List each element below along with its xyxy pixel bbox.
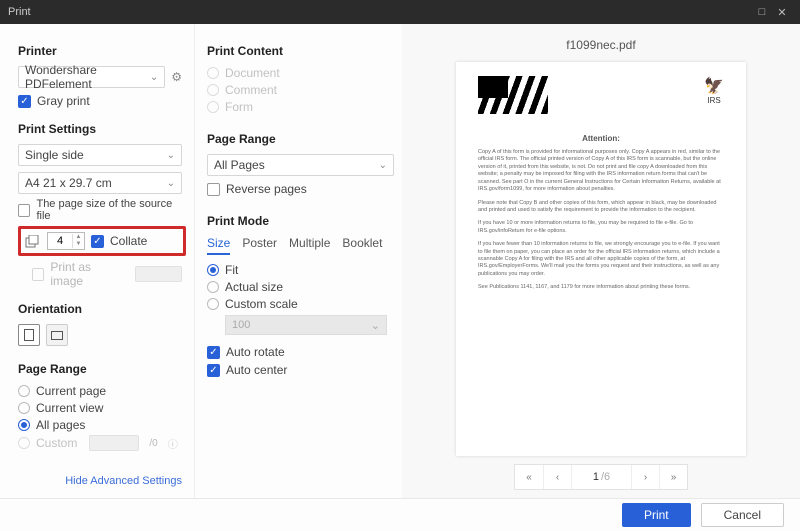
content-form: Form <box>207 100 394 114</box>
pager-current: 1 /6 <box>571 465 631 489</box>
cancel-button[interactable]: Cancel <box>701 503 784 527</box>
print-content-heading: Print Content <box>207 44 394 58</box>
auto-rotate-checkbox[interactable]: ✓Auto rotate <box>207 345 394 359</box>
printer-settings-icon[interactable]: ⚙ <box>171 70 182 84</box>
collate-label: Collate <box>110 234 147 248</box>
custom-range-input <box>89 435 139 451</box>
info-icon[interactable]: ⓘ <box>168 436 178 451</box>
gray-print-label: Gray print <box>37 94 90 108</box>
copies-group: ▲▼ ✓Collate <box>18 226 186 256</box>
page-range-select[interactable]: All Pages ⌄ <box>207 154 394 176</box>
chevron-down-icon: ⌄ <box>379 160 387 171</box>
sides-value: Single side <box>25 148 84 162</box>
hide-advanced-link[interactable]: Hide Advanced Settings <box>65 475 182 487</box>
content-document: Document <box>207 66 394 80</box>
copies-icon <box>25 234 41 248</box>
pager-next[interactable]: › <box>631 465 659 489</box>
print-as-image-dpi <box>135 266 182 282</box>
mode-custom-scale[interactable]: Custom scale <box>207 297 394 311</box>
chevron-down-icon: ⌄ <box>167 178 175 189</box>
source-size-label: The page size of the source file <box>36 198 182 222</box>
printer-select[interactable]: Wondershare PDFelement ⌄ <box>18 66 165 88</box>
mid-page-range-heading: Page Range <box>207 132 394 146</box>
flag-stripes-icon <box>478 76 548 114</box>
doc-para-3: If you have 10 or more information retur… <box>478 220 724 235</box>
copies-input[interactable] <box>48 235 72 247</box>
tab-poster[interactable]: Poster <box>242 236 277 255</box>
preview-page: 🦅 IRS Attention: Copy A of this form is … <box>456 62 746 456</box>
preview-pager: « ‹ 1 /6 › » <box>514 464 688 490</box>
custom-range-total: /0 <box>149 438 157 449</box>
custom-scale-input: 100⌄ <box>225 315 387 335</box>
chevron-down-icon: ⌄ <box>167 150 175 161</box>
printer-heading: Printer <box>18 44 182 58</box>
mode-fit[interactable]: Fit <box>207 263 394 277</box>
gray-print-checkbox[interactable]: ✓Gray print <box>18 94 182 108</box>
chevron-down-icon: ⌄ <box>150 72 158 83</box>
auto-center-checkbox[interactable]: ✓Auto center <box>207 363 394 377</box>
spinner-up-icon[interactable]: ▲ <box>73 234 84 241</box>
spinner-down-icon[interactable]: ▼ <box>73 241 84 248</box>
range-custom[interactable]: Custom /0 ⓘ <box>18 435 182 451</box>
orientation-landscape[interactable] <box>46 324 68 346</box>
range-all-pages[interactable]: All pages <box>18 418 182 432</box>
tab-booklet[interactable]: Booklet <box>342 236 382 255</box>
pager-prev[interactable]: ‹ <box>543 465 571 489</box>
doc-para-1: Copy A of this form is provided for info… <box>478 149 724 194</box>
print-button[interactable]: Print <box>622 503 691 527</box>
doc-para-2: Please note that Copy B and other copies… <box>478 200 724 215</box>
orientation-heading: Orientation <box>18 302 182 316</box>
collate-checkbox[interactable]: ✓Collate <box>91 234 147 248</box>
doc-para-5: See Publications 1141, 1167, and 1179 fo… <box>478 284 724 291</box>
irs-logo: 🦅 IRS <box>704 76 724 105</box>
page-range-value: All Pages <box>214 158 265 172</box>
printer-value: Wondershare PDFelement <box>25 63 150 91</box>
sides-select[interactable]: Single side ⌄ <box>18 144 182 166</box>
page-range-heading: Page Range <box>18 362 182 376</box>
tab-multiple[interactable]: Multiple <box>289 236 330 255</box>
window-title: Print <box>8 6 31 18</box>
paper-value: A4 21 x 29.7 cm <box>25 176 112 190</box>
print-as-image-checkbox: ✓Print as image <box>32 260 182 288</box>
print-as-image-label: Print as image <box>50 260 122 288</box>
pager-last[interactable]: » <box>659 465 687 489</box>
titlebar: Print □ ✕ <box>0 0 800 24</box>
dialog-footer: Print Cancel <box>0 498 800 531</box>
content-comment: Comment <box>207 83 394 97</box>
print-mode-heading: Print Mode <box>207 214 394 228</box>
maximize-icon[interactable]: □ <box>752 6 772 18</box>
reverse-pages-checkbox[interactable]: ✓Reverse pages <box>207 182 394 196</box>
eagle-icon: 🦅 <box>704 76 724 96</box>
doc-attention: Attention: <box>478 134 724 143</box>
pager-first[interactable]: « <box>515 465 543 489</box>
print-settings-heading: Print Settings <box>18 122 182 136</box>
orientation-portrait[interactable] <box>18 324 40 346</box>
close-icon[interactable]: ✕ <box>772 6 792 19</box>
preview-filename: f1099nec.pdf <box>566 38 635 52</box>
range-current-page[interactable]: Current page <box>18 384 182 398</box>
mode-actual-size[interactable]: Actual size <box>207 280 394 294</box>
tab-size[interactable]: Size <box>207 236 230 255</box>
chevron-down-icon: ⌄ <box>371 319 380 332</box>
paper-select[interactable]: A4 21 x 29.7 cm ⌄ <box>18 172 182 194</box>
source-size-checkbox[interactable]: ✓The page size of the source file <box>18 198 182 222</box>
doc-para-4: If you have fewer than 10 information re… <box>478 241 724 278</box>
copies-spinner[interactable]: ▲▼ <box>47 232 85 250</box>
range-current-view[interactable]: Current view <box>18 401 182 415</box>
